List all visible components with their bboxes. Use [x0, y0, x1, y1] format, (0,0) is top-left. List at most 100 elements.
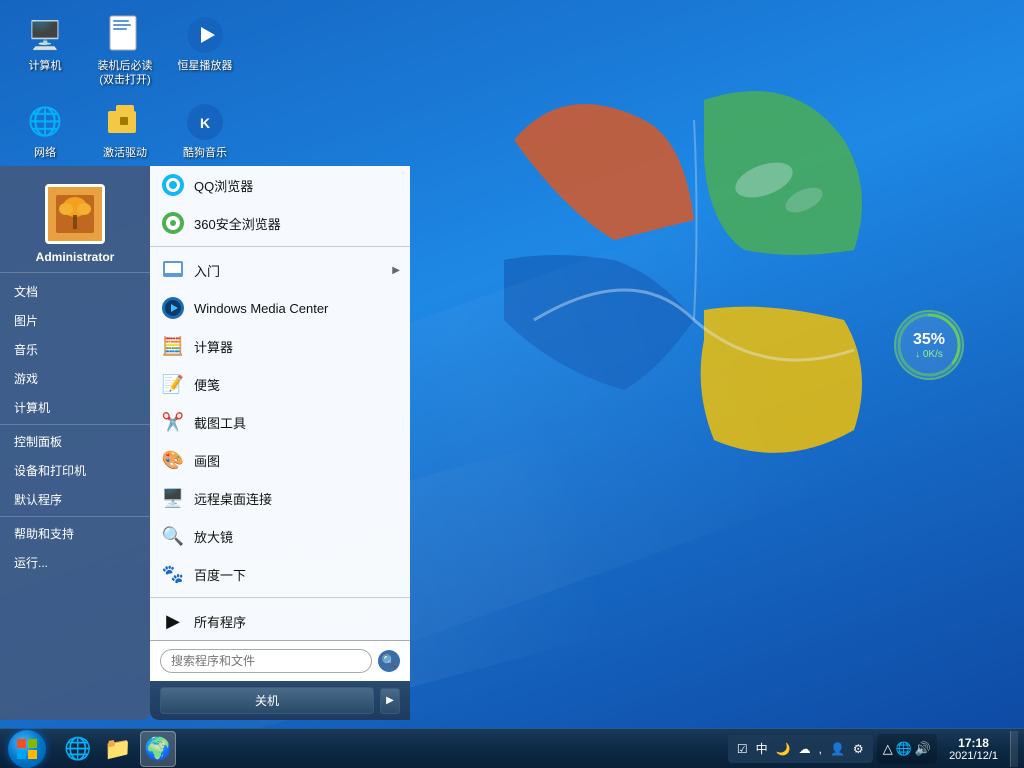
start-menu-left-panel: QQ浏览器 360安全浏览器 入门 ▶	[150, 166, 410, 720]
taskbar-network-icon[interactable]: 🌐	[60, 731, 96, 767]
start-menu-games[interactable]: 游戏	[0, 364, 150, 393]
desktop-icon-kugou[interactable]: K 酷狗音乐	[170, 97, 240, 164]
start-menu-pictures[interactable]: 图片	[0, 306, 150, 335]
sticky-notes-label: 便笺	[194, 375, 220, 394]
taskbar-pinned-icons: 🌐 📁 🌍	[60, 731, 176, 767]
baidu-label: 百度一下	[194, 565, 246, 584]
shutdown-bar: 关机 ▶	[150, 681, 410, 720]
start-menu-control-panel[interactable]: 控制面板	[0, 427, 150, 456]
start-menu-intro[interactable]: 入门 ▶	[150, 251, 410, 289]
tray-user-icon[interactable]: 👤	[827, 740, 848, 758]
tray-gear-icon[interactable]: ⚙	[850, 740, 867, 758]
intro-icon	[160, 257, 186, 283]
start-button[interactable]	[0, 729, 54, 768]
desktop-icon-network[interactable]: 🌐 网络	[10, 97, 80, 164]
paint-label: 画图	[194, 451, 220, 470]
start-menu-devices-printers[interactable]: 设备和打印机	[0, 456, 150, 485]
tray-moon-icon[interactable]: 🌙	[773, 740, 794, 758]
start-menu-computer[interactable]: 计算机	[0, 393, 150, 422]
snipping-tool-icon: ✂️	[160, 409, 186, 435]
start-orb	[8, 730, 46, 768]
start-menu-music[interactable]: 音乐	[0, 335, 150, 364]
start-menu-all-programs[interactable]: ▶ 所有程序	[150, 602, 410, 640]
desktop: 🖥️ 计算机 装机后必读(双击打开)	[0, 0, 1024, 768]
tray-volume-icon[interactable]: 🔊	[915, 741, 931, 757]
desktop-icon-install-readme[interactable]: 装机后必读(双击打开)	[90, 10, 160, 92]
desktop-icons-container: 🖥️ 计算机 装机后必读(双击打开)	[10, 10, 240, 164]
network-icon: 🌐	[24, 101, 66, 143]
start-menu-remote-desktop[interactable]: 🖥️ 远程桌面连接	[150, 479, 410, 517]
windows-flag-small	[16, 738, 38, 760]
net-speed: ↓ 0K/s	[915, 349, 943, 360]
start-menu-sticky-notes[interactable]: 📝 便笺	[150, 365, 410, 403]
tray-network-globe[interactable]: 🌐	[896, 741, 912, 757]
start-menu: Administrator 文档 图片 音乐 游戏 计算机 控制面板 设备和打印…	[0, 166, 410, 720]
start-menu-right-panel: Administrator 文档 图片 音乐 游戏 计算机 控制面板 设备和打印…	[0, 166, 150, 720]
start-menu-help[interactable]: 帮助和支持	[0, 519, 150, 548]
start-menu-default-programs[interactable]: 默认程序	[0, 485, 150, 514]
search-input[interactable]	[160, 649, 372, 673]
start-menu-paint[interactable]: 🎨 画图	[150, 441, 410, 479]
desktop-icon-computer[interactable]: 🖥️ 计算机	[10, 10, 80, 92]
show-desktop-button[interactable]	[1010, 731, 1018, 767]
qq-browser-label: QQ浏览器	[194, 176, 253, 195]
user-name: Administrator	[36, 250, 115, 264]
baidu-icon: 🐾	[160, 561, 186, 587]
activate-driver-label: 激活驱动	[103, 146, 147, 160]
computer-icon: 🖥️	[24, 14, 66, 56]
magnifier-label: 放大镜	[194, 527, 233, 546]
separator-1	[150, 246, 410, 247]
start-menu-360-browser[interactable]: 360安全浏览器	[150, 204, 410, 242]
360-browser-icon	[160, 210, 186, 236]
all-programs-icon: ▶	[160, 608, 186, 634]
shutdown-button[interactable]: 关机	[160, 687, 374, 714]
taskbar-explorer-icon[interactable]: 📁	[100, 731, 136, 767]
calculator-label: 计算器	[194, 337, 233, 356]
start-menu-left-items: QQ浏览器 360安全浏览器 入门 ▶	[150, 166, 410, 640]
paint-icon: 🎨	[160, 447, 186, 473]
magnifier-icon: 🔍	[160, 523, 186, 549]
tray-checkbox-icon[interactable]: ☑	[734, 740, 751, 758]
start-menu-wmc[interactable]: Windows Media Center	[150, 289, 410, 327]
activate-driver-icon	[104, 101, 146, 143]
all-programs-label: 所有程序	[194, 612, 246, 631]
desktop-icon-row-2: 🌐 网络 激活驱动 K	[10, 97, 240, 164]
start-menu-run[interactable]: 运行...	[0, 548, 150, 577]
net-speed-widget: 35% ↓ 0K/s	[894, 310, 964, 380]
user-avatar	[45, 184, 105, 244]
desktop-icon-row-1: 🖥️ 计算机 装机后必读(双击打开)	[10, 10, 240, 92]
net-percent: 35%	[913, 331, 945, 349]
clock-date: 2021/12/1	[949, 750, 998, 762]
network-label: 网络	[34, 146, 56, 160]
remote-desktop-label: 远程桌面连接	[194, 489, 272, 508]
start-menu-documents[interactable]: 文档	[0, 277, 150, 306]
taskbar-ie-icon[interactable]: 🌍	[140, 731, 176, 767]
tray-comma-icon[interactable]: ,	[816, 740, 825, 758]
install-readme-label: 装机后必读(双击打开)	[94, 59, 156, 88]
ime-toolbar: ☑ 中 🌙 ☁ , 👤 ⚙	[728, 735, 873, 763]
clock[interactable]: 17:18 2021/12/1	[941, 736, 1006, 762]
desktop-icon-activate-driver[interactable]: 激活驱动	[90, 97, 160, 164]
360-browser-label: 360安全浏览器	[194, 214, 281, 233]
tray-cloud-icon[interactable]: ☁	[796, 740, 814, 758]
start-menu-calculator[interactable]: 🧮 计算器	[150, 327, 410, 365]
start-menu-baidu[interactable]: 🐾 百度一下	[150, 555, 410, 593]
shutdown-arrow-button[interactable]: ▶	[380, 688, 400, 714]
start-menu-snipping-tool[interactable]: ✂️ 截图工具	[150, 403, 410, 441]
tray-up-arrow[interactable]: △	[883, 741, 893, 757]
clock-time: 17:18	[958, 736, 989, 750]
start-menu-qq-browser[interactable]: QQ浏览器	[150, 166, 410, 204]
wmc-label: Windows Media Center	[194, 301, 328, 316]
system-tray: ☑ 中 🌙 ☁ , 👤 ⚙ △ 🌐 🔊 17:18 2021/12/1	[728, 731, 1024, 767]
tray-ime-zh[interactable]: 中	[753, 738, 771, 759]
search-bar: 🔍	[150, 640, 410, 681]
notification-area: △ 🌐 🔊	[877, 734, 937, 764]
install-readme-icon	[104, 14, 146, 56]
desktop-icon-hengxing[interactable]: 恒星播放器	[170, 10, 240, 92]
hengxing-label: 恒星播放器	[178, 59, 233, 73]
windows-logo	[484, 60, 904, 580]
remote-desktop-icon: 🖥️	[160, 485, 186, 511]
intro-arrow: ▶	[392, 265, 400, 276]
start-menu-magnifier[interactable]: 🔍 放大镜	[150, 517, 410, 555]
search-button[interactable]: 🔍	[378, 650, 400, 672]
